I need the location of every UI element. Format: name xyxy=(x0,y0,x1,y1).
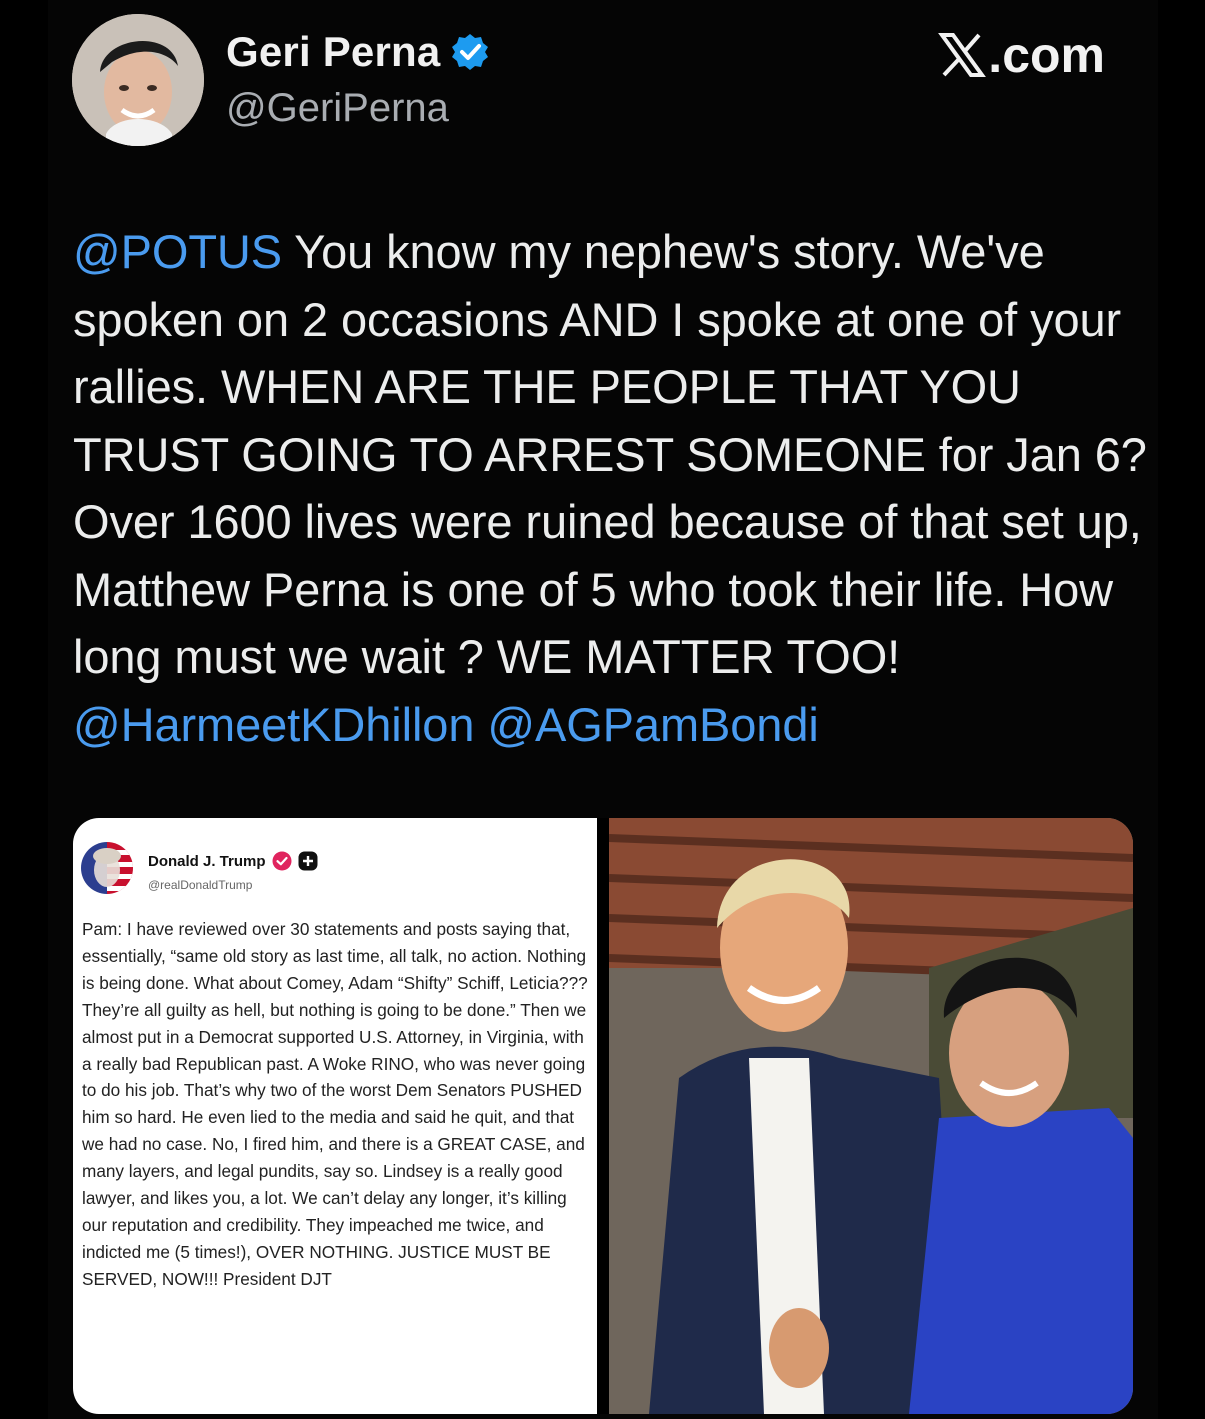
site-logo[interactable]: .com xyxy=(938,26,1105,84)
tweet-body-text: You know my nephew's story. We've spoken… xyxy=(73,225,1160,683)
tweet-media[interactable]: Donald J. Trump @realDonaldTrump Pam: I … xyxy=(73,818,1133,1414)
verified-badge-icon xyxy=(272,851,292,871)
plus-badge-icon xyxy=(298,851,318,871)
profile-avatar[interactable] xyxy=(72,14,204,146)
mention-harmeetkdhillon[interactable]: @HarmeetKDhillon xyxy=(73,698,474,751)
embedded-author-name: Donald J. Trump xyxy=(148,852,266,870)
site-label: .com xyxy=(988,27,1105,83)
verified-badge-icon xyxy=(452,34,489,70)
embedded-avatar xyxy=(81,842,133,894)
mention-agpambondi[interactable]: @AGPamBondi xyxy=(487,698,818,751)
photo-image xyxy=(608,818,1133,1414)
tweet-text: @POTUS You know my nephew's story. We've… xyxy=(73,218,1148,758)
embedded-author-handle: @realDonaldTrump xyxy=(148,878,253,892)
media-divider xyxy=(597,818,609,1414)
embedded-post-body: Pam: I have reviewed over 30 statements … xyxy=(82,919,588,1289)
mention-spacer xyxy=(474,698,487,751)
author-handle[interactable]: @GeriPerna xyxy=(226,86,449,131)
author-row: Geri Perna xyxy=(226,28,490,76)
author-name[interactable]: Geri Perna xyxy=(226,28,440,76)
x-logo-icon xyxy=(938,33,987,77)
mention-potus[interactable]: @POTUS xyxy=(73,225,282,278)
embedded-post-screenshot: Donald J. Trump @realDonaldTrump Pam: I … xyxy=(73,818,597,1414)
embedded-author-row: Donald J. Trump xyxy=(148,851,318,871)
